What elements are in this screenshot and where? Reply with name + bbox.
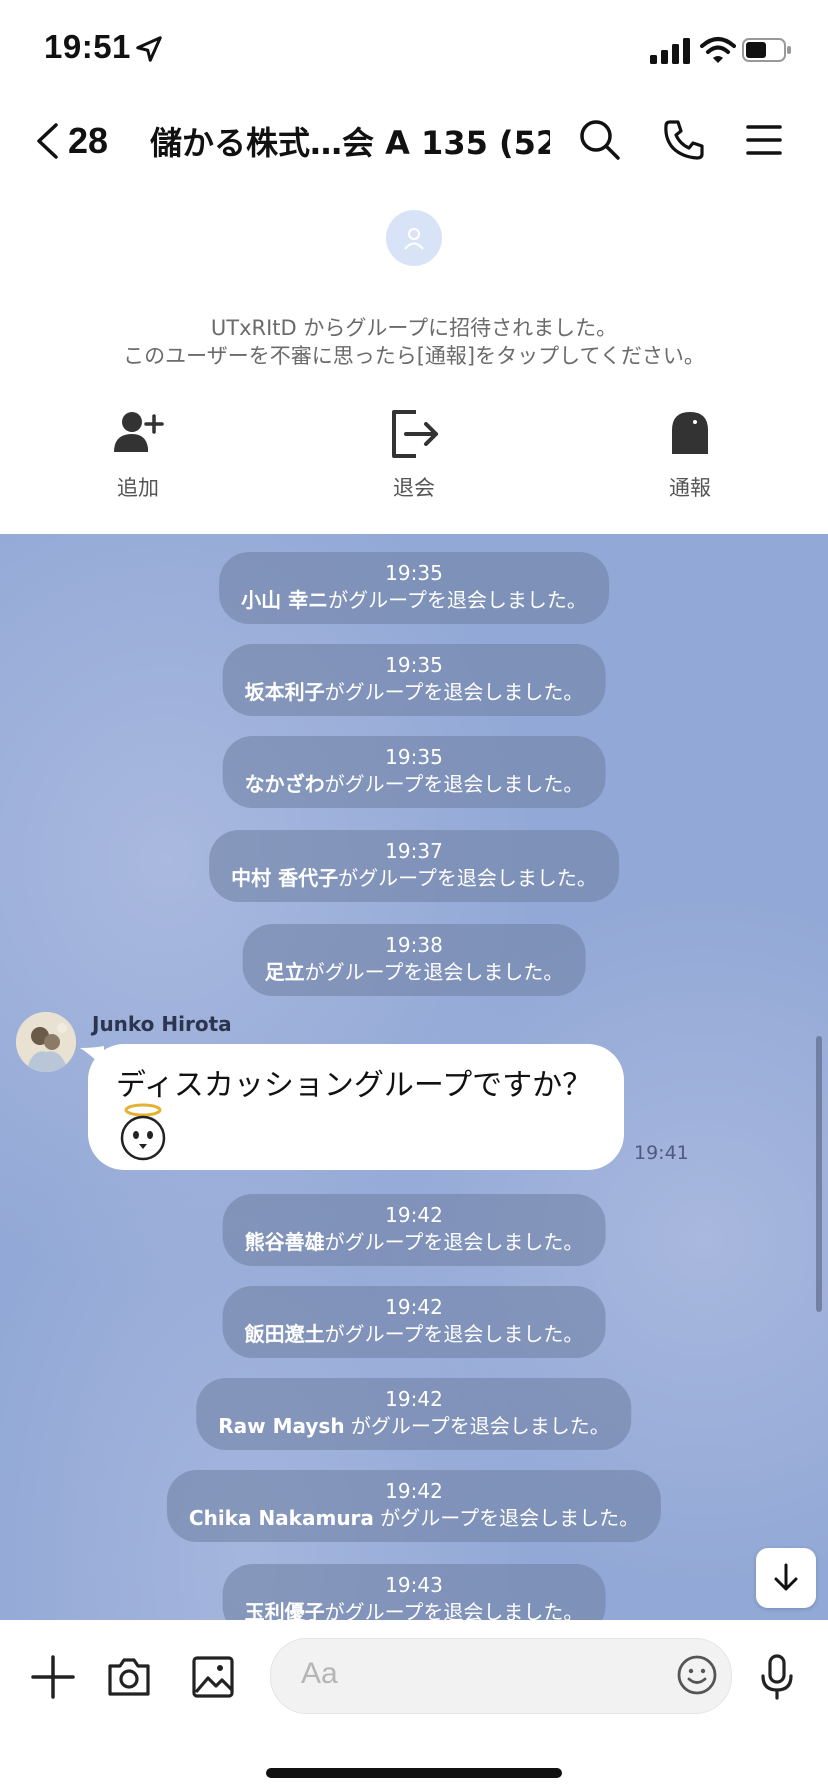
system-message-text: がグループを退会しました。 <box>380 1506 640 1530</box>
unread-count: 28 <box>68 120 109 161</box>
search-button[interactable] <box>576 116 624 164</box>
system-message-text: がグループを退会しました。 <box>324 1322 584 1346</box>
phone-icon <box>664 120 704 160</box>
battery-icon <box>742 38 791 62</box>
arrow-down-icon <box>774 1563 798 1591</box>
scroll-to-bottom-button[interactable] <box>756 1548 816 1608</box>
chat-area[interactable]: 19:35 小山 幸ニがグループを退会しました。 19:35 坂本利子がグループ… <box>0 534 828 1620</box>
chat-header: 28 儲かる株式…会 A 135 (52) <box>0 96 828 186</box>
report-button[interactable]: 通報 <box>630 408 750 502</box>
home-indicator <box>266 1768 562 1778</box>
back-button[interactable]: 28 <box>34 118 124 164</box>
system-message: 19:42 Raw Maysh がグループを退会しました。 <box>196 1378 632 1450</box>
system-message-time: 19:42 <box>385 1387 443 1411</box>
report-label: 通報 <box>669 476 711 500</box>
system-message-time: 19:43 <box>385 1573 443 1597</box>
add-friend-button[interactable]: 追加 <box>78 408 198 502</box>
cellular-signal-icon <box>650 38 690 64</box>
system-message: 19:42 熊谷善雄がグループを退会しました。 <box>222 1194 606 1266</box>
sender-name: Junko Hirota <box>92 1012 232 1036</box>
system-message-time: 19:42 <box>385 1295 443 1319</box>
status-time: 19:51 <box>44 28 131 65</box>
system-message-user: 玉利優子 <box>244 1600 325 1620</box>
emoji-icon[interactable] <box>675 1653 719 1697</box>
user-icon <box>404 228 424 250</box>
system-message: 19:35 小山 幸ニがグループを退会しました。 <box>219 552 609 624</box>
system-message-user: 足立 <box>264 960 305 984</box>
camera-icon[interactable] <box>104 1652 154 1702</box>
system-message-text: がグループを退会しました。 <box>304 960 564 984</box>
system-message-text: がグループを退会しました。 <box>324 772 584 796</box>
system-message-time: 19:42 <box>385 1479 443 1503</box>
avatar-photo <box>16 1012 76 1072</box>
system-message-text: がグループを退会しました。 <box>324 1600 584 1620</box>
system-message-time: 19:37 <box>385 839 443 863</box>
message-text: ディスカッショングループですか？ <box>116 1068 593 1103</box>
status-bar: 19:51 <box>0 0 828 96</box>
system-message-user: Chika Nakamura <box>188 1506 374 1530</box>
search-icon <box>580 120 620 160</box>
system-message-user: なかざわ <box>244 772 325 796</box>
leave-icon <box>392 410 438 458</box>
chat-title[interactable]: 儲かる株式…会 A 135 (52) <box>150 118 550 164</box>
sender-avatar[interactable] <box>16 1012 76 1072</box>
composer-bar: Aa <box>0 1620 828 1792</box>
invite-notice: UTxRItD からグループに招待されました。 <box>210 316 618 340</box>
system-message: 19:37 中村 香代子がグループを退会しました。 <box>209 830 619 902</box>
system-message-time: 19:35 <box>385 561 443 585</box>
menu-icon <box>746 125 782 155</box>
message-input-placeholder: Aa <box>301 1657 338 1690</box>
system-message-text: がグループを退会しました。 <box>324 680 584 704</box>
chat-scrollbar[interactable] <box>816 1036 822 1312</box>
leave-group-label: 退会 <box>393 476 435 500</box>
call-button[interactable] <box>660 116 708 164</box>
report-icon <box>672 412 708 454</box>
system-message-text: がグループを退会しました。 <box>328 588 587 612</box>
system-message-time: 19:35 <box>385 653 443 677</box>
plus-icon[interactable] <box>28 1652 78 1702</box>
image-icon[interactable] <box>188 1652 238 1702</box>
inviter-avatar <box>386 210 442 266</box>
report-hint: このユーザーを不審に思ったら[通報]をタップしてください。 <box>123 344 705 368</box>
invite-info-panel: UTxRItD からグループに招待されました。 このユーザーを不審に思ったら[通… <box>0 186 828 534</box>
leave-group-button[interactable]: 退会 <box>354 408 474 502</box>
message-bubble[interactable]: ディスカッショングループですか？ <box>88 1044 624 1170</box>
system-message-text: がグループを退会しました。 <box>350 1414 610 1438</box>
system-message: 19:35 なかざわがグループを退会しました。 <box>222 736 606 808</box>
system-message: 19:35 坂本利子がグループを退会しました。 <box>222 644 606 716</box>
system-message-time: 19:38 <box>385 933 443 957</box>
system-message-user: Raw Maysh <box>218 1414 345 1438</box>
system-message-time: 19:35 <box>385 745 443 769</box>
system-message-text: がグループを退会しました。 <box>324 1230 584 1254</box>
system-message-user: 飯田遼土 <box>244 1322 325 1346</box>
system-message-user: 熊谷善雄 <box>244 1230 325 1254</box>
system-message: 19:43 玉利優子がグループを退会しました。 <box>222 1564 606 1620</box>
chevron-left-icon <box>37 123 58 159</box>
location-arrow-icon <box>136 36 162 62</box>
system-message: 19:42 Chika Nakamura がグループを退会しました。 <box>166 1470 662 1542</box>
menu-button[interactable] <box>740 116 788 164</box>
add-friend-label: 追加 <box>117 476 159 500</box>
system-message: 19:38 足立がグループを退会しました。 <box>242 924 586 996</box>
message-input[interactable]: Aa <box>270 1638 732 1714</box>
microphone-icon[interactable] <box>752 1652 802 1702</box>
system-message-user: 小山 幸ニ <box>241 588 329 612</box>
system-message-user: 中村 香代子 <box>231 866 339 890</box>
angel-emoji-icon <box>120 1103 166 1161</box>
add-friend-icon <box>114 412 164 452</box>
system-message: 19:42 飯田遼土がグループを退会しました。 <box>222 1286 606 1358</box>
system-message-time: 19:42 <box>385 1203 443 1227</box>
system-message-text: がグループを退会しました。 <box>338 866 597 890</box>
system-message-user: 坂本利子 <box>244 680 325 704</box>
message-time: 19:41 <box>634 1142 689 1164</box>
wifi-icon <box>700 37 736 63</box>
